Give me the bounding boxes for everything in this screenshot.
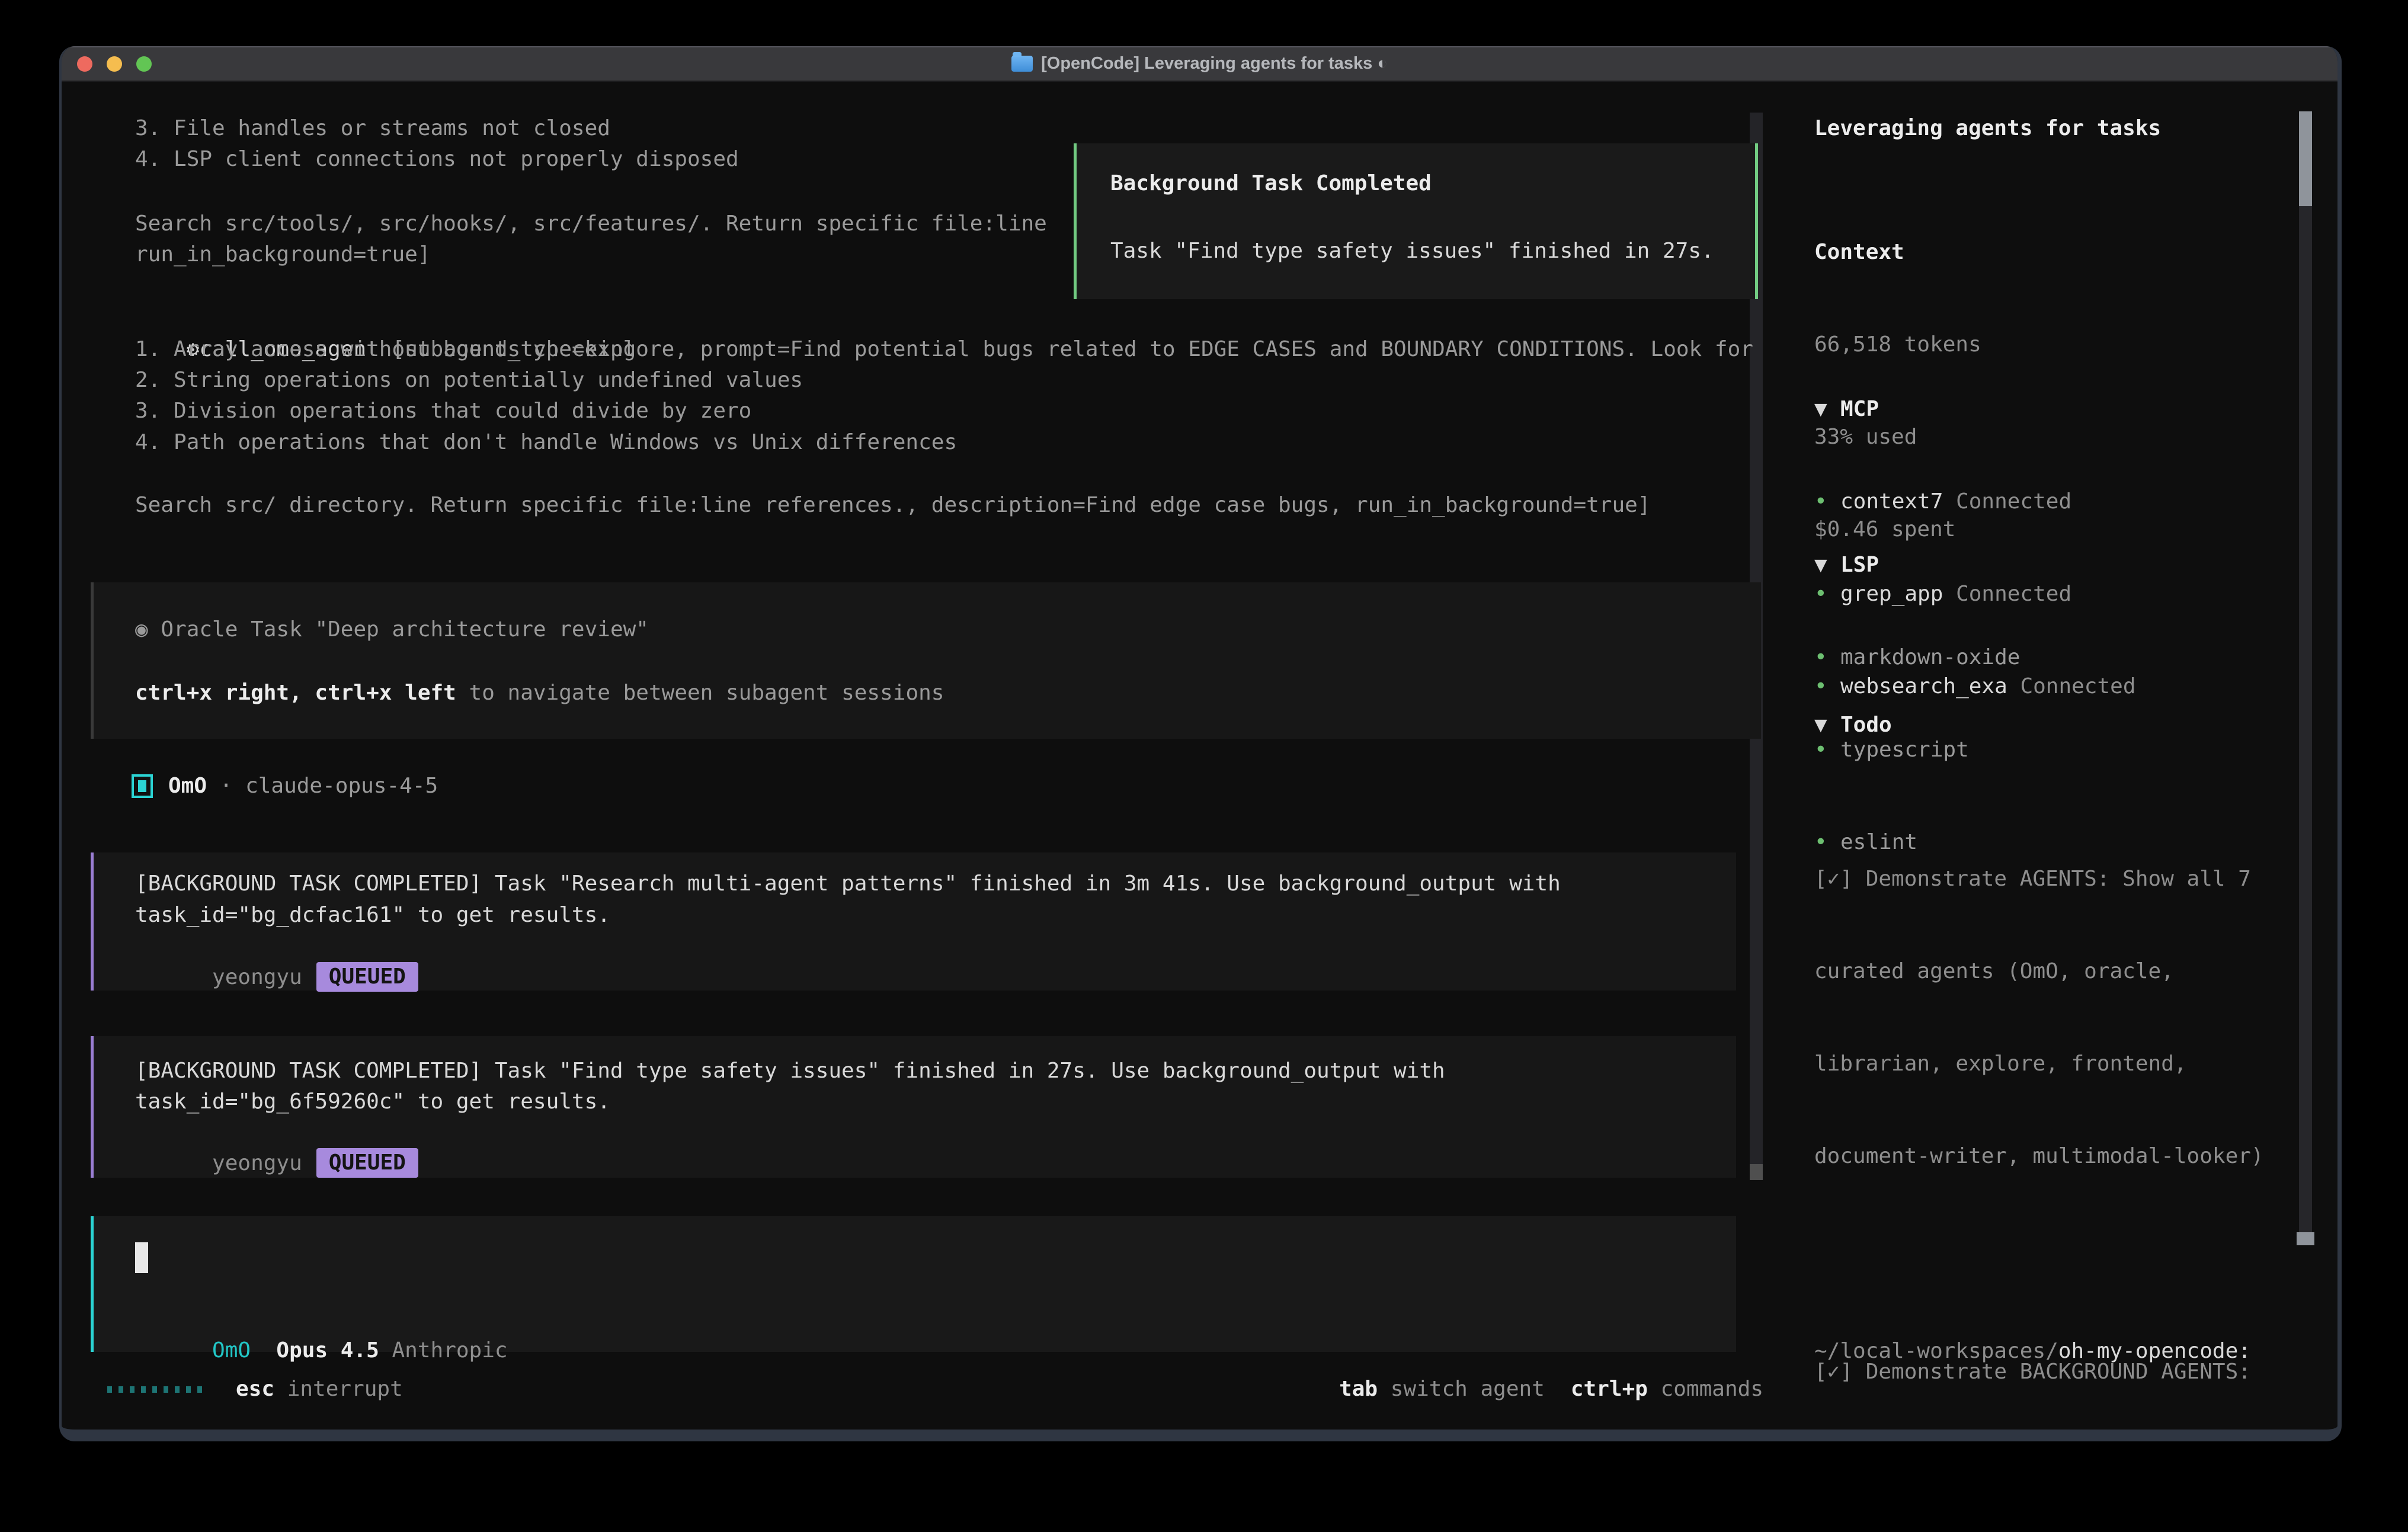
collapse-triangle-icon[interactable]: ▼: [1814, 394, 1840, 425]
task-message[interactable]: [BACKGROUND TASK COMPLETED] Task "Find t…: [91, 1036, 1736, 1178]
bug-list-item: 2. String operations on potentially unde…: [135, 365, 803, 396]
statusbar-left: esc interrupt: [107, 1374, 403, 1405]
bug-list-item: 4. Path operations that don't handle Win…: [135, 427, 957, 458]
bullet-icon: •: [1814, 1430, 1840, 1441]
task-author: yeongyu: [212, 1151, 302, 1175]
app-name-regular: Open: [1840, 1430, 1892, 1441]
sidebar-scrollbar-track[interactable]: [2299, 111, 2312, 1245]
hint-text: to navigate between subagent sessions: [456, 681, 944, 705]
mcp-heading: MCP: [1840, 394, 1879, 425]
task-message-meta: yeongyu QUEUED: [135, 931, 418, 1024]
oracle-task-box[interactable]: ◉ Oracle Task "Deep architecture review"…: [91, 582, 1761, 739]
agent-model: claude-opus-4-5: [245, 771, 438, 802]
agent-name: OmO: [168, 771, 207, 802]
task-message-line: [BACKGROUND TASK COMPLETED] Task "Find t…: [135, 1056, 1445, 1086]
omo-agent-icon: [132, 774, 153, 798]
workspace-path: ~/local-workspaces/oh-my-opencode:: [1814, 1336, 2295, 1367]
record-dot-icon: ◉: [135, 617, 148, 642]
status-badge: QUEUED: [316, 962, 418, 992]
app-name-bold: Code: [1892, 1430, 1943, 1441]
bug-list-item: 3. Division operations that could divide…: [135, 396, 751, 427]
task-message-line: task_id="bg_dcfac161" to get results.: [135, 900, 610, 931]
statusbar-right: tab switch agent ctrl+p commands: [1339, 1374, 1763, 1405]
sidebar-scrollbar-thumb[interactable]: [2299, 111, 2312, 206]
scrollback-line: Search src/tools/, src/hooks/, src/featu…: [135, 209, 1047, 239]
folder-icon: [1011, 56, 1033, 72]
scrollback-line: 4. LSP client connections not properly d…: [135, 144, 739, 175]
version-info: •OpenCode 1.0.163: [1814, 1368, 2295, 1441]
oracle-task-title: ◉ Oracle Task "Deep architecture review": [135, 614, 649, 645]
minimize-window-button[interactable]: [107, 56, 122, 72]
app-version-number: 1.0.163: [1943, 1430, 2045, 1441]
lsp-section-header[interactable]: ▼LSP: [1814, 550, 2295, 581]
window-title: [OpenCode] Leveraging agents for tasks ◐: [1041, 54, 1388, 73]
task-message-line: [BACKGROUND TASK COMPLETED] Task "Resear…: [135, 868, 1561, 899]
agent-separator: ·: [207, 771, 245, 802]
activity-dots: [107, 1386, 202, 1393]
tab-label: switch agent: [1378, 1377, 1545, 1401]
esc-key: esc: [236, 1377, 274, 1401]
scrollback-line: run_in_background=true]: [135, 239, 431, 270]
toast-body: Task "Find type safety issues" finished …: [1110, 236, 1714, 267]
zoom-window-button[interactable]: [136, 56, 152, 72]
collapse-triangle-icon[interactable]: ▼: [1814, 550, 1840, 581]
text-cursor: [135, 1242, 148, 1273]
opencode-terminal-window: [OpenCode] Leveraging agents for tasks ◐…: [59, 46, 2342, 1441]
todo-section-header[interactable]: ▼Todo: [1814, 710, 2295, 741]
tool-call-tail: Search src/ directory. Return specific f…: [135, 490, 1651, 521]
oracle-task-hint: ctrl+x right, ctrl+x left to navigate be…: [135, 678, 944, 709]
task-message[interactable]: [BACKGROUND TASK COMPLETED] Task "Resear…: [91, 852, 1736, 991]
prompt-input[interactable]: OmO Opus 4.5 Anthropic: [91, 1216, 1736, 1352]
input-agent-name[interactable]: OmO: [212, 1338, 251, 1363]
commands-hint: ctrl+p commands: [1571, 1374, 1763, 1405]
background-task-toast[interactable]: Background Task Completed Task "Find typ…: [1074, 143, 1758, 299]
scrollback-line: 3. File handles or streams not closed: [135, 113, 610, 144]
lsp-heading: LSP: [1840, 550, 1879, 581]
task-message-line: task_id="bg_6f59260c" to get results.: [135, 1086, 610, 1117]
titlebar[interactable]: [OpenCode] Leveraging agents for tasks ◐: [62, 46, 2337, 82]
ctrlp-label: commands: [1648, 1377, 1763, 1401]
context-heading: Context: [1814, 237, 2295, 268]
agent-header: OmO · claude-opus-4-5: [132, 771, 438, 802]
close-window-button[interactable]: [77, 56, 92, 72]
toast-title: Background Task Completed: [1110, 168, 1432, 199]
task-message-meta: yeongyu QUEUED: [135, 1117, 418, 1210]
sidebar-scrollbar-end: [2297, 1232, 2314, 1245]
tab-hint: tab switch agent: [1339, 1374, 1545, 1405]
mcp-section-header[interactable]: ▼MCP: [1814, 394, 2295, 425]
esc-hint: esc interrupt: [236, 1374, 403, 1405]
session-title: Leveraging agents for tasks: [1814, 113, 2295, 144]
collapse-triangle-icon[interactable]: ▼: [1814, 710, 1840, 741]
bug-list-item: 1. Array access without bounds checking: [135, 334, 636, 365]
esc-label: interrupt: [274, 1377, 403, 1401]
input-model-name[interactable]: Opus 4.5: [251, 1338, 379, 1363]
status-badge: QUEUED: [316, 1148, 418, 1178]
window-title-group: [OpenCode] Leveraging agents for tasks ◐: [1011, 54, 1388, 73]
task-author: yeongyu: [212, 965, 302, 989]
todo-item-done[interactable]: [✓] Demonstrate AGENTS: Show all 7 curat…: [1814, 802, 2295, 1233]
ctrlp-key: ctrl+p: [1571, 1377, 1648, 1401]
input-provider-name: Anthropic: [379, 1338, 508, 1363]
tab-key: tab: [1339, 1377, 1378, 1401]
git-branch: master: [1814, 1428, 2295, 1441]
todo-heading: Todo: [1840, 710, 1892, 741]
hint-keys: ctrl+x right, ctrl+x left: [135, 681, 456, 705]
chat-scrollbar-thumb[interactable]: [1750, 1164, 1763, 1180]
